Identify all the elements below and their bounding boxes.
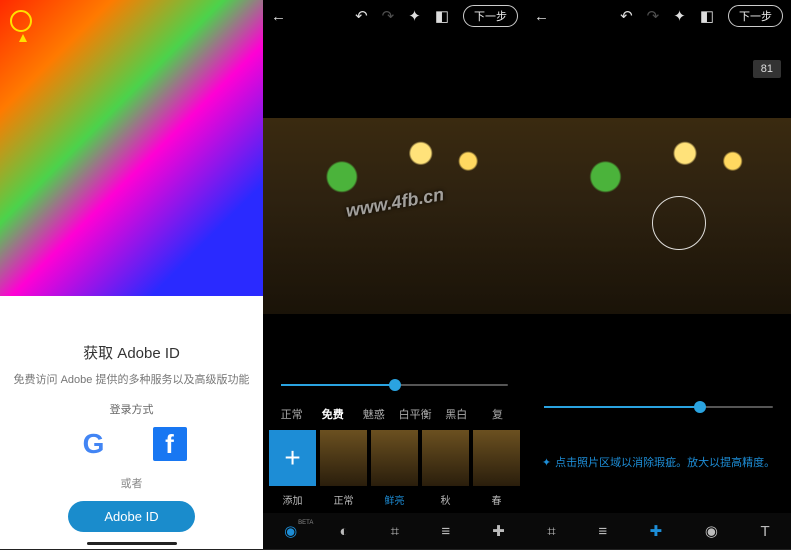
or-divider: 或者 bbox=[12, 475, 251, 491]
photo-canvas[interactable]: 81 bbox=[526, 34, 791, 374]
crop-tab-icon[interactable]: ⌗ bbox=[547, 523, 555, 540]
category-复[interactable]: 复 bbox=[477, 402, 518, 426]
home-indicator bbox=[87, 542, 177, 545]
filter-thumb-正常[interactable]: 正常 bbox=[320, 430, 367, 507]
google-login-button[interactable]: G bbox=[77, 427, 111, 461]
photo-canvas[interactable]: www.4fb.cn bbox=[263, 34, 526, 372]
login-subtitle: 免费访问 Adobe 提供的多种服务以及高级版功能 bbox=[12, 371, 251, 387]
hint-sparkle-icon: ✦ bbox=[542, 456, 551, 469]
category-魅惑[interactable]: 魅惑 bbox=[353, 402, 394, 426]
sliders-tab-icon[interactable]: ≡ bbox=[441, 523, 450, 540]
arrow-up-icon bbox=[19, 34, 27, 42]
brush-size-slider[interactable] bbox=[544, 406, 773, 408]
auto-enhance-icon[interactable]: ✦ bbox=[673, 7, 686, 25]
compare-icon[interactable]: ◧ bbox=[700, 7, 714, 25]
compare-icon[interactable]: ◧ bbox=[435, 7, 449, 25]
adjust-tab-icon[interactable]: ◐ bbox=[339, 523, 348, 540]
heal-tab-icon[interactable]: ✚ bbox=[650, 522, 663, 540]
text-tab-icon[interactable]: T bbox=[760, 523, 769, 540]
login-method-label: 登录方式 bbox=[12, 401, 251, 417]
category-正常[interactable]: 正常 bbox=[271, 402, 312, 426]
intensity-slider[interactable] bbox=[281, 384, 508, 386]
redo-icon[interactable]: ↷ bbox=[647, 7, 660, 25]
thumb-label: 正常 bbox=[334, 492, 354, 507]
hint-text: 点击照片区域以消除瑕疵。放大以提高精度。 bbox=[555, 454, 775, 470]
filter-thumb-鲜亮[interactable]: 鲜亮 bbox=[371, 430, 418, 507]
adobe-id-button[interactable]: Adobe ID bbox=[68, 501, 194, 532]
auto-enhance-icon[interactable]: ✦ bbox=[408, 7, 421, 25]
login-title: 获取 Adobe ID bbox=[12, 342, 251, 363]
thumb-label: 添加 bbox=[283, 492, 303, 507]
next-button[interactable]: 下一步 bbox=[463, 5, 518, 27]
looks-tab-icon[interactable]: ◉BETA bbox=[284, 522, 297, 540]
highlight-ring-icon bbox=[10, 10, 32, 32]
filter-thumb-春[interactable]: 春 bbox=[473, 430, 520, 507]
heal-tab-icon[interactable]: ✚ bbox=[492, 522, 505, 540]
category-免费[interactable]: 免费 bbox=[312, 402, 353, 426]
redeye-tab-icon[interactable]: ◉ bbox=[705, 522, 718, 540]
size-badge: 81 bbox=[753, 60, 781, 78]
category-黑白[interactable]: 黑白 bbox=[436, 402, 477, 426]
filter-thumb-秋[interactable]: 秋 bbox=[422, 430, 469, 507]
redo-icon[interactable]: ↷ bbox=[382, 7, 395, 25]
undo-icon[interactable]: ↶ bbox=[355, 7, 368, 25]
crop-tab-icon[interactable]: ⌗ bbox=[391, 523, 399, 540]
heal-brush-indicator bbox=[652, 196, 706, 250]
thumb-label: 春 bbox=[492, 492, 502, 507]
photo-content bbox=[263, 118, 526, 314]
back-icon[interactable]: ← bbox=[534, 8, 549, 25]
thumb-label: 鲜亮 bbox=[385, 492, 405, 507]
heal-hint: ✦ 点击照片区域以消除瑕疵。放大以提高精度。 bbox=[526, 454, 791, 470]
back-icon[interactable]: ← bbox=[271, 8, 286, 25]
next-button[interactable]: 下一步 bbox=[728, 5, 783, 27]
login-hero-image bbox=[0, 0, 263, 296]
thumb-label: 秋 bbox=[441, 492, 451, 507]
category-白平衡[interactable]: 白平衡 bbox=[395, 402, 436, 426]
undo-icon[interactable]: ↶ bbox=[620, 7, 633, 25]
facebook-login-button[interactable]: f bbox=[153, 427, 187, 461]
filter-thumb-添加[interactable]: +添加 bbox=[269, 430, 316, 507]
sliders-tab-icon[interactable]: ≡ bbox=[598, 523, 607, 540]
